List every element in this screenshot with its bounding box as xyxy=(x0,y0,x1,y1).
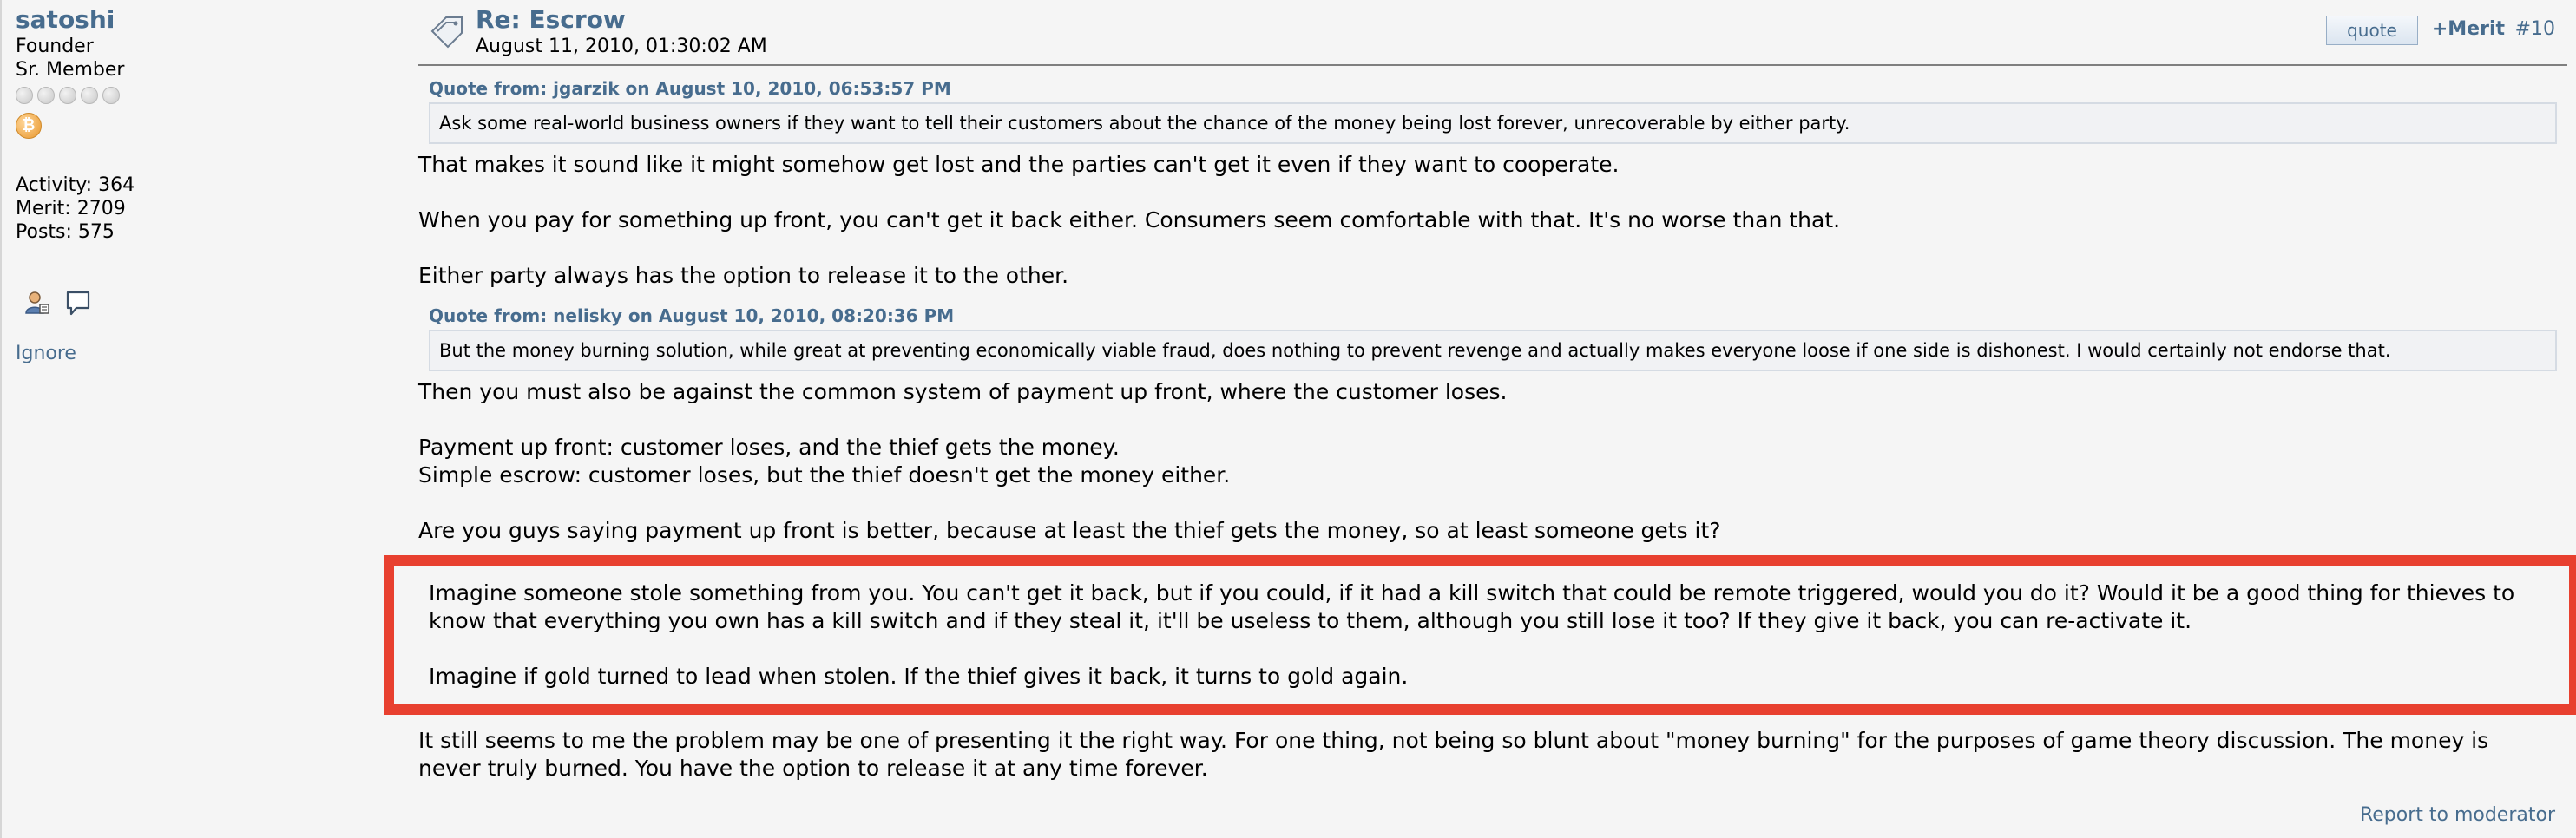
post-paragraph: Payment up front: customer loses, and th… xyxy=(418,435,1120,460)
rank-stars xyxy=(16,87,380,104)
post-body: Quote from: jgarzik on August 10, 2010, … xyxy=(384,66,2576,782)
bitcoin-badge-icon: ₿ xyxy=(16,113,42,139)
quote-block: Ask some real-world business owners if t… xyxy=(429,102,2557,144)
highlighted-paragraph: Imagine someone stole something from you… xyxy=(429,580,2515,633)
merit-stat: Merit: 2709 xyxy=(16,198,126,219)
post-paragraph: Are you guys saying payment up front is … xyxy=(418,518,1721,543)
post-paragraph: Either party always has the option to re… xyxy=(418,263,1069,288)
topic-message-icon xyxy=(430,16,463,49)
poster-info: satoshi Founder Sr. Member ₿ Activity: 3… xyxy=(16,5,380,364)
quote-header-link[interactable]: Quote from: jgarzik on August 10, 2010, … xyxy=(429,78,2557,99)
quote-block: But the money burning solution, while gr… xyxy=(429,330,2557,371)
personal-message-icon[interactable] xyxy=(64,289,92,317)
profile-icon[interactable] xyxy=(23,289,50,317)
post-subject-link[interactable]: Re: Escrow xyxy=(476,5,626,35)
post-container: Re: Escrow August 11, 2010, 01:30:02 AM … xyxy=(384,5,2576,782)
post-header: Re: Escrow August 11, 2010, 01:30:02 AM … xyxy=(418,5,2567,66)
quote-button[interactable]: quote xyxy=(2326,16,2418,45)
quote-header-link[interactable]: Quote from: nelisky on August 10, 2010, … xyxy=(429,305,2557,326)
rank-star-icon xyxy=(16,87,33,104)
activity-stat: Activity: 364 xyxy=(16,174,135,196)
poster-title: Founder xyxy=(16,36,94,57)
post-paragraph: That makes it sound like it might someho… xyxy=(418,152,1620,177)
rank-star-icon xyxy=(37,87,55,104)
rank-star-icon xyxy=(102,87,120,104)
ignore-link[interactable]: Ignore xyxy=(16,343,380,364)
post-paragraph: It still seems to me the problem may be … xyxy=(418,728,2489,781)
poster-action-icons xyxy=(16,289,380,317)
forum-post-page: satoshi Founder Sr. Member ₿ Activity: 3… xyxy=(0,0,2576,838)
rank-star-icon xyxy=(81,87,98,104)
poster-rank: Sr. Member xyxy=(16,59,125,81)
poster-name-link[interactable]: satoshi xyxy=(16,5,380,35)
report-to-moderator-link[interactable]: Report to moderator xyxy=(2360,803,2555,828)
merit-button[interactable]: +Merit xyxy=(2432,17,2505,42)
post-paragraph: Then you must also be against the common… xyxy=(418,379,1508,404)
post-paragraph: Simple escrow: customer loses, but the t… xyxy=(418,462,1231,488)
highlighted-passage: Imagine someone stole something from you… xyxy=(384,555,2576,715)
post-paragraph: When you pay for something up front, you… xyxy=(418,207,1841,232)
poster-stats: Activity: 364 Merit: 2709 Posts: 575 xyxy=(16,173,380,244)
post-number-link[interactable]: #10 xyxy=(2515,17,2555,42)
posts-stat: Posts: 575 xyxy=(16,221,115,243)
highlighted-paragraph: Imagine if gold turned to lead when stol… xyxy=(429,664,1409,689)
rank-star-icon xyxy=(59,87,76,104)
post-date: August 11, 2010, 01:30:02 AM xyxy=(476,36,767,57)
